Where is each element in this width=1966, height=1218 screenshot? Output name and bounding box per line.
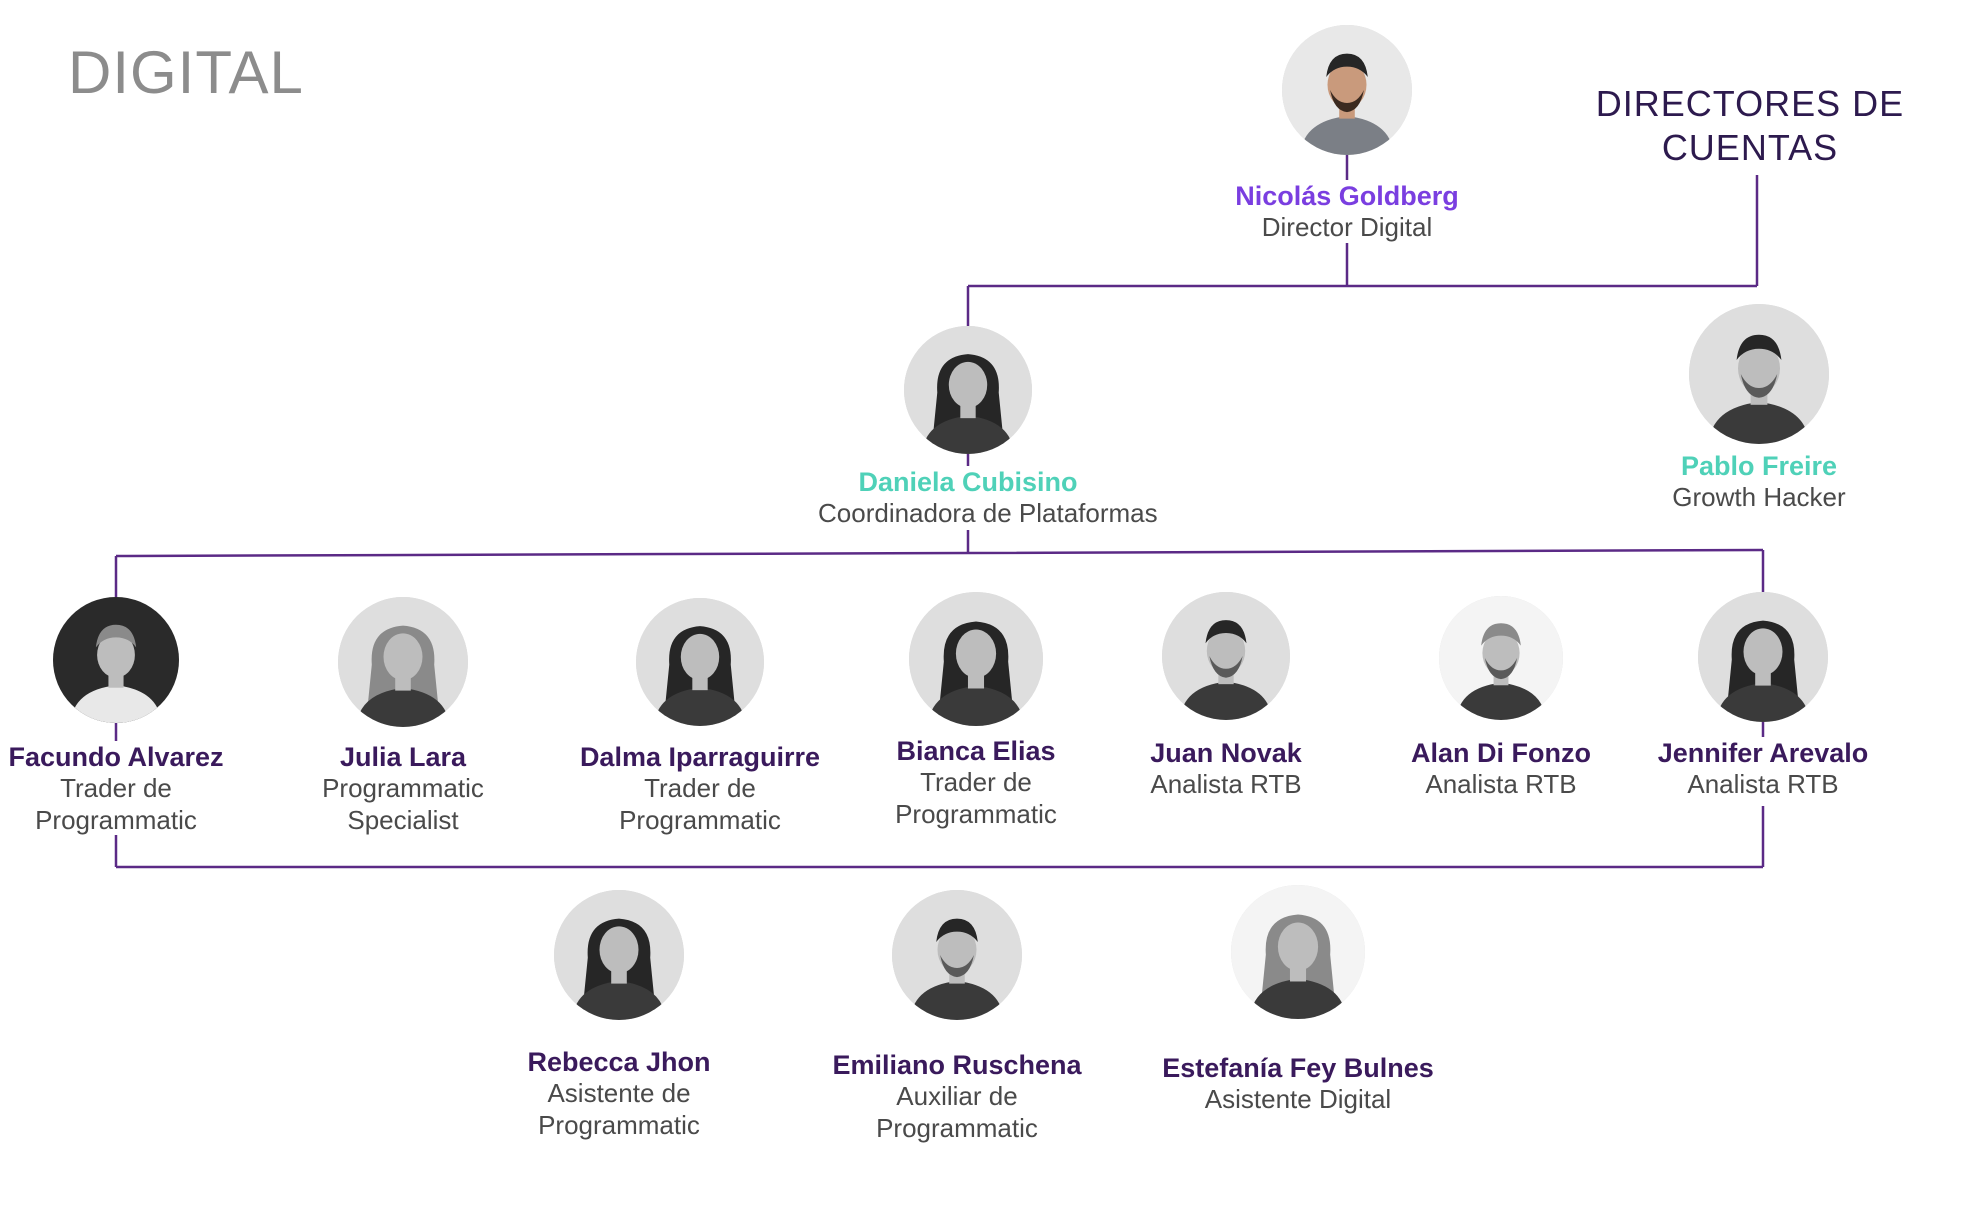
person-role-line: Director Digital: [1261, 212, 1433, 242]
person-role: Asistente Digital: [1148, 1083, 1448, 1115]
person-role: Director Digital: [1197, 211, 1497, 243]
person-photo-icon: [909, 592, 1043, 726]
person-role: Programmatic Specialist: [253, 772, 553, 836]
nicolas-goldberg-avatar: [1282, 25, 1412, 155]
person-role-line: Asistente de: [547, 1078, 691, 1108]
person-name: Estefanía Fey Bulnes: [1162, 1053, 1434, 1083]
connector-team-bus: [115, 548, 1764, 558]
emiliano-ruschena-avatar: [892, 890, 1022, 1020]
julia-lara-avatar: [338, 597, 468, 727]
person-name: Daniela Cubisino: [858, 467, 1078, 497]
person-role-line: Programmatic: [35, 805, 197, 835]
person-role-line: Analista RTB: [1687, 769, 1839, 799]
person-role: Trader de Programmatic: [0, 772, 266, 836]
person-name: Alan Di Fonzo: [1411, 738, 1591, 768]
person-name: Julia Lara: [339, 742, 467, 772]
person-role: Asistente de Programmatic: [469, 1077, 769, 1141]
person-photo-icon: [1231, 885, 1365, 1019]
person-role: Analista RTB: [1613, 768, 1913, 800]
person-photo-icon: [1282, 25, 1412, 155]
person-role: Coordinadora de Plataformas: [818, 497, 1158, 529]
person-photo-icon: [554, 890, 684, 1020]
alan-di-fonzo-avatar: [1439, 596, 1563, 720]
person-role-line: Coordinadora de Plataformas: [818, 498, 1158, 528]
dalma-iparraguirre-avatar: [636, 598, 764, 726]
pablo-freire-avatar: [1689, 304, 1829, 444]
person-photo-icon: [904, 326, 1032, 454]
estefania-fey-bulnes-avatar: [1231, 885, 1365, 1019]
person-role-line: Analista RTB: [1425, 769, 1577, 799]
person-name: Nicolás Goldberg: [1235, 181, 1459, 211]
person-photo-icon: [892, 890, 1022, 1020]
person-role-line: Programmatic: [619, 805, 781, 835]
person-name: Juan Novak: [1150, 738, 1302, 768]
facundo-alvarez-avatar: [53, 597, 179, 723]
person-photo-icon: [1689, 304, 1829, 444]
juan-novak-avatar: [1162, 592, 1290, 720]
person-role: Analista RTB: [1351, 768, 1651, 800]
bianca-elias-avatar: [909, 592, 1043, 726]
person-name: Facundo Alvarez: [8, 742, 224, 772]
person-name: Pablo Freire: [1680, 451, 1838, 481]
person-role-line: Programmatic: [895, 799, 1057, 829]
jennifer-arevalo-avatar: [1698, 592, 1828, 722]
person-role: Auxiliar de Programmatic: [807, 1080, 1107, 1144]
person-role: Trader de Programmatic: [550, 772, 850, 836]
person-name: Dalma Iparraguirre: [579, 742, 821, 772]
person-photo-icon: [1439, 596, 1563, 720]
person-photo-icon: [1698, 592, 1828, 722]
person-photo-icon: [636, 598, 764, 726]
person-role-line: Growth Hacker: [1672, 482, 1846, 512]
person-photo-icon: [338, 597, 468, 727]
person-role-line: Programmatic: [876, 1113, 1038, 1143]
person-role-line: Specialist: [347, 805, 459, 835]
person-role-line: Trader de: [644, 773, 756, 803]
person-role-line: Analista RTB: [1150, 769, 1302, 799]
person-role-line: Programmatic: [322, 773, 484, 803]
person-role-line: Asistente Digital: [1204, 1084, 1392, 1114]
person-role-line: Trader de: [60, 773, 172, 803]
person-name: Emiliano Ruschena: [832, 1050, 1082, 1080]
person-photo-icon: [1162, 592, 1290, 720]
person-role-line: Programmatic: [538, 1110, 700, 1140]
person-photo-icon: [53, 597, 179, 723]
person-name: Rebecca Jhon: [527, 1047, 711, 1077]
rebecca-jhon-avatar: [554, 890, 684, 1020]
person-role-line: Auxiliar de: [896, 1081, 1018, 1111]
person-role: Growth Hacker: [1609, 481, 1909, 513]
person-role: Analista RTB: [1076, 768, 1376, 800]
person-name: Jennifer Arevalo: [1657, 738, 1869, 768]
daniela-cubisino-avatar: [904, 326, 1032, 454]
